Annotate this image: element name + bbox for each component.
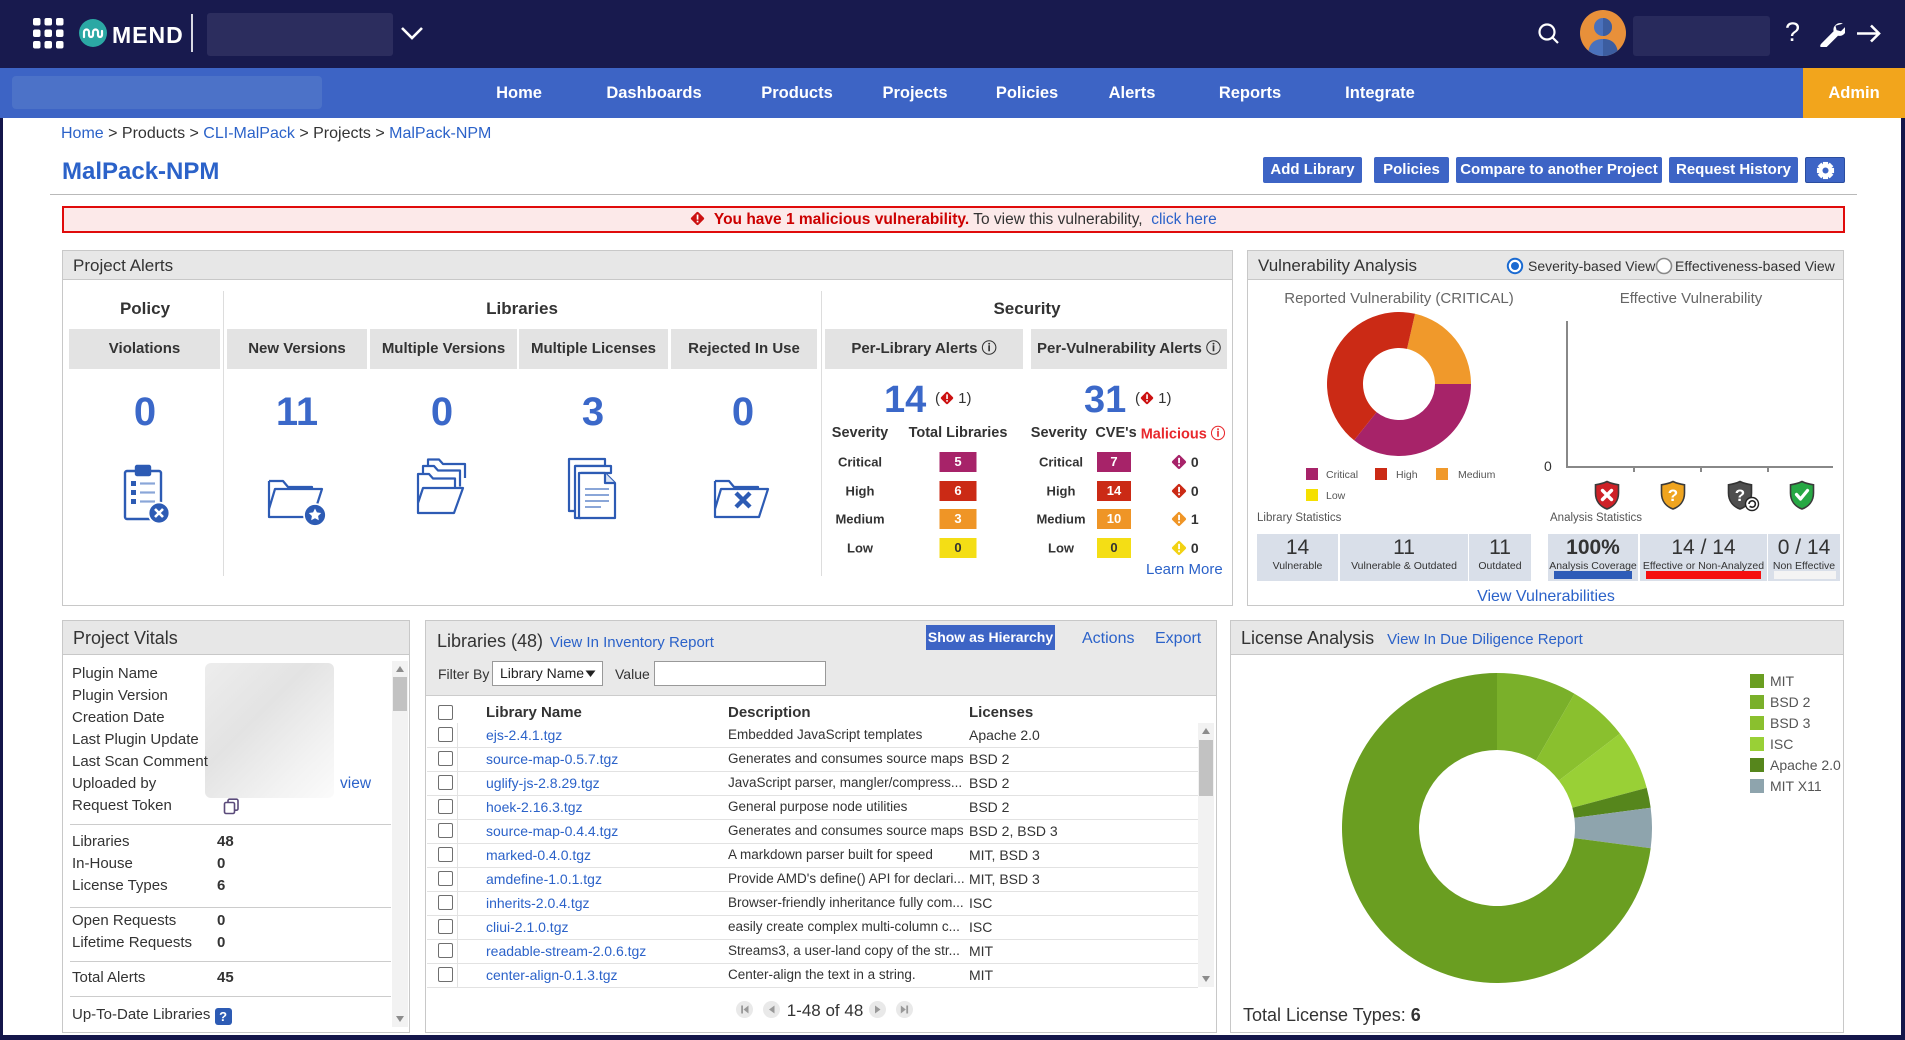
svg-text:?: ? [1668,486,1678,505]
svg-text:?: ? [1735,486,1745,505]
